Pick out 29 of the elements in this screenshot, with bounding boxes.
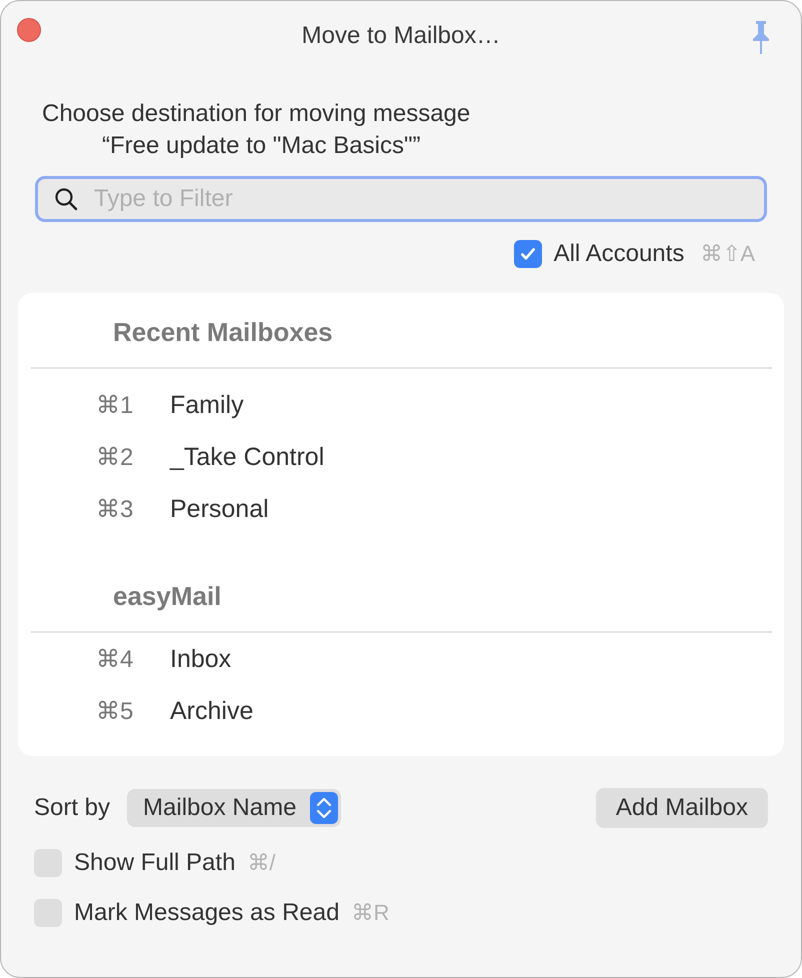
sort-label: Sort by: [34, 794, 110, 822]
shortcut-text: ⌘1: [95, 390, 134, 420]
mailbox-item[interactable]: Archive: [170, 696, 254, 726]
shortcut-text: ⌘3: [95, 494, 134, 524]
shortcut-text: ⌘R: [351, 900, 390, 926]
checkbox-label: Mark Messages as Read: [74, 899, 340, 927]
sort-dropdown[interactable]: Mailbox Name: [127, 789, 342, 827]
shortcut-text: ⌘/: [247, 850, 276, 876]
add-mailbox-button[interactable]: Add Mailbox: [596, 788, 768, 828]
checkbox[interactable]: [514, 240, 542, 268]
shortcut-text: ⌘⇧A: [700, 241, 755, 267]
prompt-text: “Free update to "Mac Basics"”: [101, 131, 422, 161]
filter-field[interactable]: Type to Filter: [35, 176, 767, 222]
prompt-text: Choose destination for moving message: [42, 99, 472, 129]
shortcut-text: ⌘4: [95, 644, 134, 674]
shortcut-text: ⌘5: [95, 696, 134, 726]
checkbox-label: All Accounts: [554, 240, 684, 268]
section-header: easyMail: [112, 581, 222, 611]
mailbox-item[interactable]: Inbox: [170, 644, 232, 674]
shortcut-text: ⌘2: [95, 442, 134, 472]
close-button[interactable]: [17, 18, 41, 42]
mailbox-item[interactable]: _Take Control: [170, 442, 324, 472]
pin-icon[interactable]: [751, 19, 771, 55]
mailbox-item[interactable]: Personal: [170, 494, 269, 524]
mailbox-item[interactable]: Family: [170, 390, 244, 420]
stepper-icon: [310, 792, 338, 824]
checkbox-label: Show Full Path: [74, 849, 236, 877]
window-title: Move to Mailbox…: [302, 22, 500, 50]
section-header: Recent Mailboxes: [112, 317, 334, 347]
